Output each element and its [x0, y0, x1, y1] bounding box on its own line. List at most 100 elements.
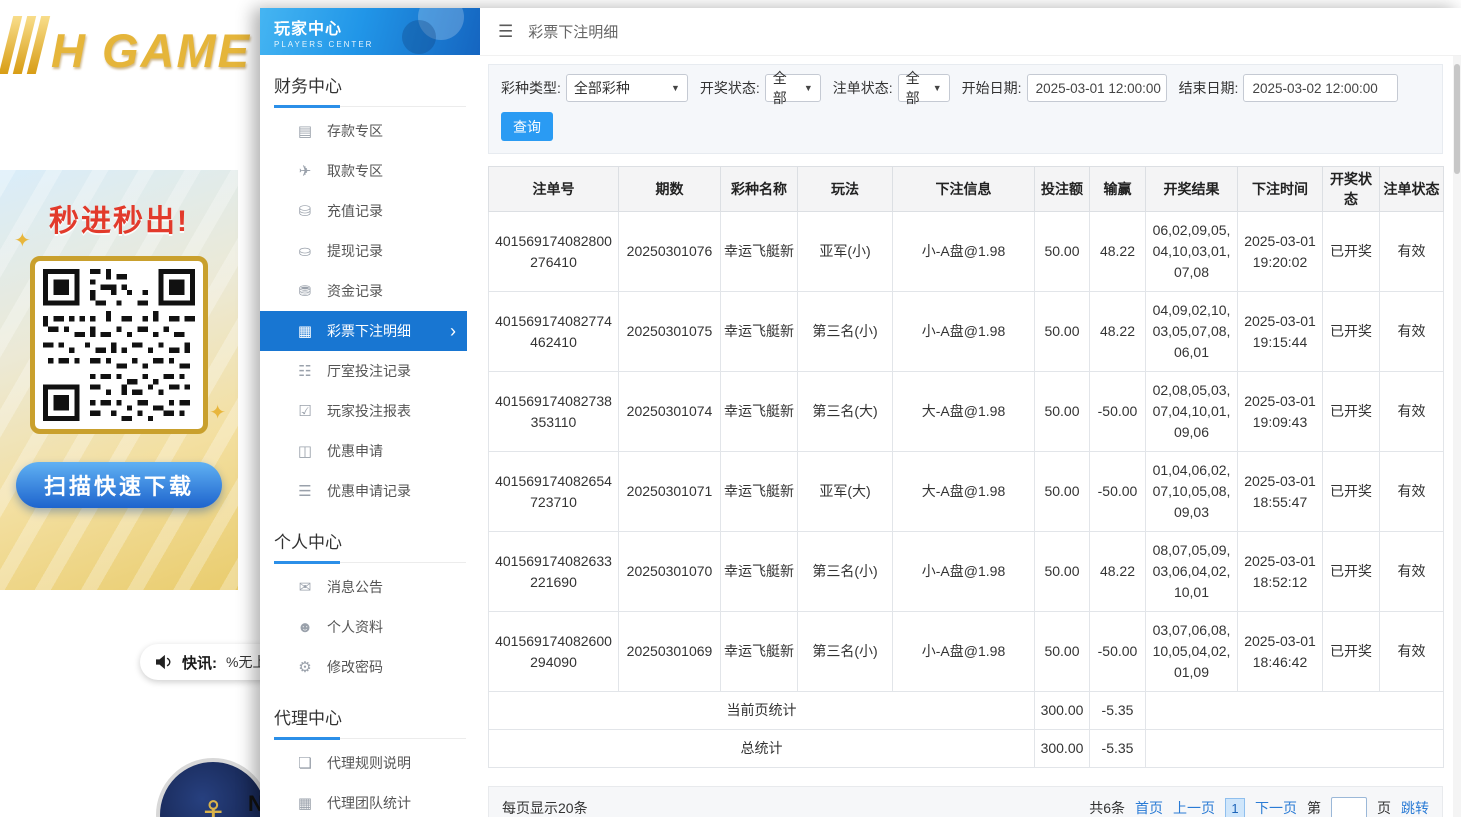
- table-cell: 401569174082774462410: [489, 292, 619, 372]
- withdrawal-record-icon: ⛀: [296, 242, 314, 260]
- sidebar-item[interactable]: ☰优惠申请记录: [260, 471, 467, 511]
- page-title: 彩票下注明细: [528, 21, 618, 42]
- table-row: 40156917408273835311020250301074幸运飞艇新第三名…: [489, 372, 1444, 452]
- next-page-link[interactable]: 下一页: [1255, 798, 1297, 817]
- sidebar-item[interactable]: ▤ 存款专区: [260, 111, 467, 151]
- deposit-icon: ▤: [296, 122, 314, 140]
- recharge-record-icon: ⛁: [296, 202, 314, 220]
- column-header: 投注额: [1035, 167, 1090, 212]
- table-cell: 20250301069: [619, 612, 721, 692]
- sidebar-item[interactable]: ❏代理规则说明: [260, 743, 467, 783]
- search-button[interactable]: 查询: [501, 112, 553, 141]
- start-date-input[interactable]: 2025-03-01 12:00:00: [1027, 74, 1167, 102]
- table-cell: 2025-03-01 18:46:42: [1238, 612, 1323, 692]
- end-date-label: 结束日期:: [1179, 78, 1239, 98]
- sidebar-item-label: 彩票下注明细: [327, 321, 411, 341]
- sidebar-section-title: 个人中心: [274, 519, 466, 563]
- table-cell: 50.00: [1035, 532, 1090, 612]
- sidebar: 玩家中心 PLAYERS CENTER 财务中心▤存款专区✈取款专区⛁充值记录⛀…: [260, 8, 480, 817]
- table-cell: 06,02,09,05,04,10,03,01,07,08: [1146, 212, 1238, 292]
- table-cell: 50.00: [1035, 292, 1090, 372]
- prev-page-link[interactable]: 上一页: [1173, 798, 1215, 817]
- sidebar-item-label: 优惠申请记录: [327, 481, 411, 501]
- sidebar-item[interactable]: ◫优惠申请: [260, 431, 467, 471]
- page-jump-input[interactable]: [1331, 797, 1367, 817]
- lottery-bet-detail-icon: ▦: [296, 322, 314, 340]
- table-cell: 20250301075: [619, 292, 721, 372]
- promo-banner: ✦ ✦ 秒进秒出! 扫描快速下载: [0, 170, 238, 590]
- table-cell: 幸运飞艇新: [721, 612, 798, 692]
- sidebar-item[interactable]: ⛀ 提现记录: [260, 231, 467, 271]
- table-cell: 小-A盘@1.98: [893, 532, 1035, 612]
- table-cell: 48.22: [1090, 212, 1146, 292]
- table-body: 40156917408280027641020250301076幸运飞艇新亚军(…: [489, 212, 1444, 768]
- summary-label: 当前页统计: [489, 692, 1035, 730]
- end-date-input[interactable]: 2025-03-02 12:00:00: [1243, 74, 1398, 102]
- table-cell: 幸运飞艇新: [721, 212, 798, 292]
- speaker-icon: [155, 654, 173, 670]
- jump-button[interactable]: 跳转: [1401, 798, 1429, 817]
- sidebar-item-label: 存款专区: [327, 121, 383, 141]
- sidebar-item-label: 提现记录: [327, 241, 383, 261]
- table-cell: 小-A盘@1.98: [893, 292, 1035, 372]
- sidebar-item-label: 取款专区: [327, 161, 383, 181]
- sidebar-item[interactable]: ▦彩票下注明细›: [260, 311, 467, 351]
- table-cell: 401569174082600294090: [489, 612, 619, 692]
- table-cell: 幸运飞艇新: [721, 532, 798, 612]
- summary-empty: [1146, 692, 1444, 730]
- summary-bet-total: 300.00: [1035, 730, 1090, 768]
- table-cell: 401569174082738353110: [489, 372, 619, 452]
- table-cell: 第三名(小): [798, 612, 893, 692]
- site-logo: H GAME: [6, 16, 251, 78]
- table-cell: -50.00: [1090, 612, 1146, 692]
- menu-toggle-icon[interactable]: ☰: [498, 22, 513, 42]
- sidebar-item[interactable]: ☷厅室投注记录: [260, 351, 467, 391]
- scan-download-button[interactable]: 扫描快速下载: [16, 462, 222, 508]
- qr-code: [30, 256, 208, 434]
- column-header: 注单状态: [1380, 167, 1444, 212]
- table-cell: 有效: [1380, 372, 1444, 452]
- first-page-link[interactable]: 首页: [1135, 798, 1163, 817]
- table-cell: 有效: [1380, 212, 1444, 292]
- draw-status-label: 开奖状态:: [700, 78, 760, 98]
- table-cell: -50.00: [1090, 452, 1146, 532]
- bets-table: 注单号期数彩种名称玩法下注信息投注额输赢开奖结果下注时间开奖状态注单状态 401…: [488, 166, 1444, 768]
- column-header: 下注信息: [893, 167, 1035, 212]
- table-row: 40156917408260029409020250301069幸运飞艇新第三名…: [489, 612, 1444, 692]
- scrollbar-thumb[interactable]: [1454, 64, 1460, 174]
- summary-row: 当前页统计300.00-5.35: [489, 692, 1444, 730]
- draw-status-select[interactable]: 全部▼: [765, 74, 821, 102]
- order-status-select[interactable]: 全部▼: [898, 74, 950, 102]
- scrollbar[interactable]: [1453, 56, 1461, 817]
- start-date-label: 开始日期:: [962, 78, 1022, 98]
- promo-apply-icon: ◫: [296, 442, 314, 460]
- table-cell: 48.22: [1090, 292, 1146, 372]
- summary-win-loss: -5.35: [1090, 692, 1146, 730]
- sidebar-item[interactable]: ✉消息公告: [260, 567, 467, 607]
- sidebar-item[interactable]: ▦代理团队统计: [260, 783, 467, 817]
- sidebar-item[interactable]: ⛃资金记录: [260, 271, 467, 311]
- table-cell: 幸运飞艇新: [721, 292, 798, 372]
- sidebar-item[interactable]: ☑玩家投注报表: [260, 391, 467, 431]
- table-header-row: 注单号期数彩种名称玩法下注信息投注额输赢开奖结果下注时间开奖状态注单状态: [489, 167, 1444, 212]
- sidebar-item[interactable]: ⛁充值记录: [260, 191, 467, 231]
- sidebar-item-label: 代理团队统计: [327, 793, 411, 813]
- table-cell: 50.00: [1035, 212, 1090, 292]
- table-cell: 01,04,06,02,07,10,05,08,09,03: [1146, 452, 1238, 532]
- table-cell: 04,09,02,10,03,05,07,08,06,01: [1146, 292, 1238, 372]
- chevron-down-icon: ▼: [804, 83, 813, 93]
- table-row: 40156917408280027641020250301076幸运飞艇新亚军(…: [489, 212, 1444, 292]
- sidebar-item[interactable]: ☻个人资料: [260, 607, 467, 647]
- current-page-indicator[interactable]: 1: [1225, 798, 1245, 817]
- table-cell: 大-A盘@1.98: [893, 372, 1035, 452]
- chevron-down-icon: ▼: [671, 83, 680, 93]
- sidebar-nav: 财务中心▤存款专区✈取款专区⛁充值记录⛀提现记录⛃资金记录▦彩票下注明细›☷厅室…: [260, 55, 480, 817]
- sidebar-item-label: 个人资料: [327, 617, 383, 637]
- lottery-type-label: 彩种类型:: [501, 78, 561, 98]
- sidebar-item[interactable]: ⚙修改密码: [260, 647, 467, 687]
- summary-empty: [1146, 730, 1444, 768]
- sidebar-item[interactable]: ✈取款专区: [260, 151, 467, 191]
- lottery-type-select[interactable]: 全部彩种▼: [566, 74, 688, 102]
- table-cell: 02,08,05,03,07,04,10,01,09,06: [1146, 372, 1238, 452]
- column-header: 开奖结果: [1146, 167, 1238, 212]
